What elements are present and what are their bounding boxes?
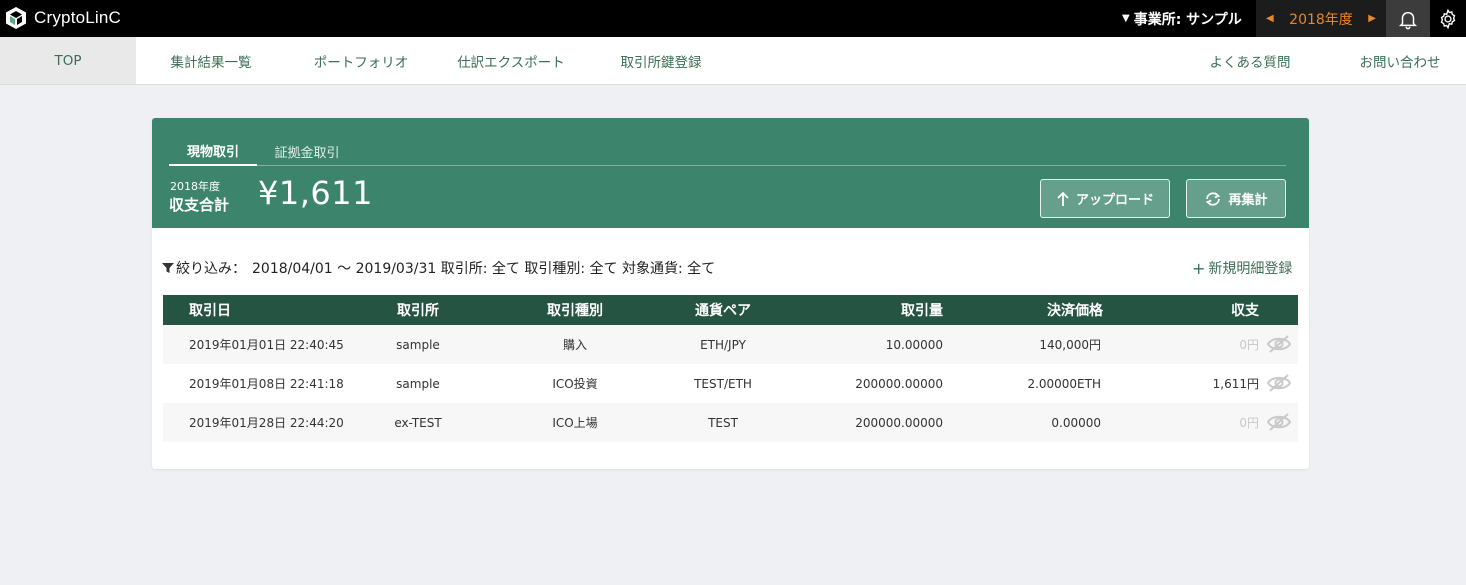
filter-bar[interactable]: 絞り込み： 2018/04/01 〜 2019/03/31 取引所: 全て 取引…	[162, 258, 715, 278]
cell-date: 2019年01月01日 22:40:45	[189, 338, 344, 352]
cell-profit: 0円	[1239, 338, 1259, 352]
col-date: 取引日	[189, 303, 231, 319]
upload-button-label: アップロード	[1075, 193, 1154, 208]
table-row[interactable]: 2019年01月28日 22:44:20 ex-TEST ICO上場 TEST 2000…	[163, 403, 1298, 442]
fiscal-year-label: 2018年度	[1289, 11, 1353, 28]
refresh-icon	[1206, 191, 1221, 206]
logo-icon	[6, 7, 26, 29]
app-name: CryptoLinC	[34, 8, 122, 27]
year-selector: ◀ 2018年度 ▶	[1256, 0, 1386, 37]
cell-amount: 200000.00000	[855, 415, 943, 430]
filter-label: 絞り込み：	[176, 261, 246, 277]
filter-criteria: 2018/04/01 〜 2019/03/31 取引所: 全て 取引種別: 全て…	[252, 261, 716, 277]
cell-pair: TEST	[708, 415, 738, 430]
cell-trade-type: 購入	[562, 338, 587, 352]
recalculate-button-label: 再集計	[1228, 193, 1268, 208]
table-body: 2019年01月01日 22:40:45 sample 購入 ETH/JPY 10.00…	[163, 325, 1298, 442]
trade-type-tabs: 現物取引 証拠金取引	[169, 136, 1286, 166]
new-entry-label: 新規明細登録	[1208, 261, 1293, 277]
cell-price: 140,000円	[1039, 338, 1101, 352]
nav-item-faq[interactable]: よくある質問	[1192, 37, 1308, 84]
cell-price: 2.00000ETH	[1027, 376, 1101, 391]
eye-off-icon[interactable]	[1266, 412, 1292, 432]
col-exchange: 取引所	[397, 303, 439, 319]
cell-exchange: ex-TEST	[394, 415, 442, 430]
main-nav: TOP 集計結果一覧 ポートフォリオ 仕訳エクスポート 取引所鍵登録 よくある質…	[0, 37, 1466, 85]
col-profit: 収支	[1231, 303, 1259, 319]
caret-right-icon[interactable]: ▶	[1368, 13, 1376, 24]
cell-profit: 1,611円	[1212, 377, 1259, 391]
new-entry-link[interactable]: + 新規明細登録	[1192, 258, 1292, 278]
transactions-table: 取引日 取引所 取引種別 通貨ペア 取引量 決済価格 収支 2019年01月01…	[163, 295, 1298, 442]
col-amount: 取引量	[901, 303, 943, 319]
cell-exchange: sample	[396, 337, 440, 352]
office-selector[interactable]: ▼ 事業所: サンプル	[1122, 0, 1242, 37]
nav-item-top[interactable]: TOP	[0, 37, 136, 84]
nav-item-exchange-keys[interactable]: 取引所鍵登録	[602, 37, 720, 84]
table-row[interactable]: 2019年01月01日 22:40:45 sample 購入 ETH/JPY 10.00…	[163, 325, 1298, 364]
app-logo[interactable]: CryptoLinC	[4, 4, 121, 32]
cell-exchange: sample	[396, 376, 440, 391]
transactions-card: 現物取引 証拠金取引 2018年度 収支合計 ¥1,611 アップロード 再集計…	[152, 118, 1309, 469]
cell-amount: 10.00000	[885, 337, 943, 352]
filter-icon	[162, 263, 174, 273]
recalculate-button[interactable]: 再集計	[1186, 179, 1286, 218]
cell-profit: 0円	[1239, 416, 1259, 430]
tab-spot-trading[interactable]: 現物取引	[169, 136, 257, 166]
bell-icon	[1398, 11, 1418, 29]
caret-left-icon[interactable]: ◀	[1266, 13, 1274, 24]
summary-year: 2018年度	[170, 180, 220, 193]
cell-date: 2019年01月08日 22:41:18	[189, 377, 344, 391]
col-pair: 通貨ペア	[695, 303, 751, 319]
col-price: 決済価格	[1047, 303, 1103, 319]
gear-icon	[1440, 8, 1456, 29]
top-bar: CryptoLinC ▼ 事業所: サンプル ◀ 2018年度 ▶	[0, 0, 1466, 37]
tab-margin-trading[interactable]: 証拠金取引	[263, 136, 351, 166]
summary-amount: ¥1,611	[258, 174, 373, 212]
dropdown-caret-icon: ▼	[1122, 13, 1130, 24]
table-row[interactable]: 2019年01月08日 22:41:18 sample ICO投資 TEST/ETH 2…	[163, 364, 1298, 403]
cell-date: 2019年01月28日 22:44:20	[189, 416, 344, 430]
col-trade-type: 取引種別	[547, 303, 603, 319]
cell-pair: ETH/JPY	[700, 337, 746, 352]
nav-item-contact[interactable]: お問い合わせ	[1340, 37, 1460, 84]
notifications-button[interactable]	[1386, 0, 1430, 37]
cell-price: 0.00000	[1051, 415, 1101, 430]
summary-label: 収支合計	[169, 196, 230, 214]
upload-button[interactable]: アップロード	[1040, 179, 1170, 218]
arrow-up-icon	[1057, 191, 1069, 206]
table-header: 取引日 取引所 取引種別 通貨ペア 取引量 決済価格 収支	[163, 295, 1298, 325]
office-label: 事業所: サンプル	[1133, 11, 1242, 28]
cell-trade-type: ICO上場	[552, 416, 598, 430]
eye-off-icon[interactable]	[1266, 334, 1292, 354]
cell-pair: TEST/ETH	[694, 376, 752, 391]
nav-item-portfolio[interactable]: ポートフォリオ	[296, 37, 426, 84]
nav-item-summary-list[interactable]: 集計結果一覧	[152, 37, 270, 84]
cell-amount: 200000.00000	[855, 376, 943, 391]
cell-trade-type: ICO投資	[552, 377, 598, 391]
settings-button[interactable]	[1430, 0, 1466, 37]
plus-icon: +	[1192, 258, 1206, 278]
eye-off-icon[interactable]	[1266, 373, 1292, 393]
card-header: 現物取引 証拠金取引 2018年度 収支合計 ¥1,611 アップロード 再集計	[152, 118, 1309, 228]
nav-item-journal-export[interactable]: 仕訳エクスポート	[446, 37, 576, 84]
